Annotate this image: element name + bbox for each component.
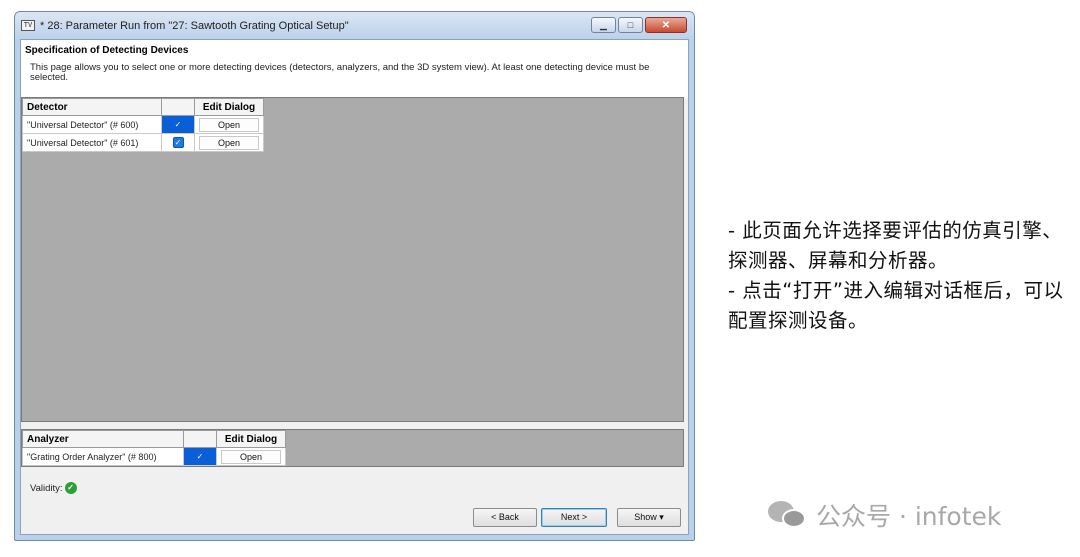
detector-column-header: Detector (22, 98, 162, 116)
analyzer-column-header: Analyzer (22, 430, 184, 448)
open-button[interactable]: Open (221, 449, 281, 464)
analyzer-grid-panel: Analyzer Edit Dialog "Grating Order Anal… (21, 429, 684, 467)
checkbox-checked-icon[interactable]: ✓ (172, 137, 184, 149)
analyzer-table: Analyzer Edit Dialog "Grating Order Anal… (22, 430, 286, 466)
next-button[interactable]: Next > (541, 508, 607, 527)
open-button[interactable]: Open (199, 135, 259, 150)
check-circle-icon: ✓ (64, 482, 77, 494)
note-line: - 点击“打开”进入编辑对话框后，可以配置探测设备。 (728, 279, 1064, 332)
open-cell: Open (194, 133, 264, 152)
validity-indicator: Validity: ✓ (30, 482, 77, 494)
title-bar[interactable]: TV * 28: Parameter Run from "27: Sawtoot… (15, 12, 694, 39)
parameter-run-window: TV * 28: Parameter Run from "27: Sawtoot… (14, 11, 695, 541)
show-dropdown-button[interactable]: Show ▾ (617, 508, 681, 527)
minimize-button[interactable]: ▁ (591, 17, 616, 33)
window-controls: ▁ □ ✕ (591, 17, 687, 33)
open-button[interactable]: Open (199, 117, 259, 132)
page-description: This page allows you to select one or mo… (30, 62, 650, 83)
check-column-header (161, 98, 195, 116)
check-column-header (183, 430, 217, 448)
wechat-icon (768, 500, 810, 530)
validity-label: Validity: (30, 482, 63, 494)
edit-dialog-column-header: Edit Dialog (194, 98, 264, 116)
detector-name: "Universal Detector" (# 600) (22, 115, 162, 134)
note-line: - 此页面允许选择要评估的仿真引擎、探测器、屏幕和分析器。 (728, 219, 1063, 272)
analyzer-checkbox-cell[interactable]: ✓ (183, 447, 217, 466)
detector-checkbox-cell[interactable]: ✓ (161, 133, 195, 152)
checkbox-checked-icon[interactable]: ✓ (195, 451, 206, 462)
window-title: * 28: Parameter Run from "27: Sawtooth G… (40, 20, 349, 32)
detector-table-header: Detector Edit Dialog (22, 98, 264, 116)
wizard-client-area: Specification of Detecting Devices This … (20, 39, 689, 535)
table-row[interactable]: "Universal Detector" (# 600) ✓ Open (22, 115, 264, 134)
page-title: Specification of Detecting Devices (25, 45, 189, 56)
edit-dialog-column-header: Edit Dialog (216, 430, 286, 448)
detector-table: Detector Edit Dialog "Universal Detector… (22, 98, 264, 152)
detector-grid-panel: Detector Edit Dialog "Universal Detector… (21, 97, 684, 422)
app-icon: TV (21, 20, 35, 31)
watermark: 公众号 · infotek (768, 497, 1001, 533)
close-button[interactable]: ✕ (645, 17, 687, 33)
detector-checkbox-cell[interactable]: ✓ (161, 115, 195, 134)
wizard-navigation: < Back Next > Show ▾ (473, 508, 681, 527)
open-cell: Open (216, 447, 286, 466)
analyzer-name: "Grating Order Analyzer" (# 800) (22, 447, 184, 466)
table-row[interactable]: "Grating Order Analyzer" (# 800) ✓ Open (22, 447, 286, 466)
analyzer-table-header: Analyzer Edit Dialog (22, 430, 286, 448)
maximize-button[interactable]: □ (618, 17, 643, 33)
annotation-notes: - 此页面允许选择要评估的仿真引擎、探测器、屏幕和分析器。 - 点击“打开”进入… (728, 216, 1073, 336)
checkbox-checked-icon[interactable]: ✓ (173, 119, 184, 130)
page-header: Specification of Detecting Devices This … (21, 40, 688, 98)
close-icon: ✕ (661, 19, 671, 31)
detector-name: "Universal Detector" (# 601) (22, 133, 162, 152)
minimize-icon: ▁ (600, 19, 607, 30)
watermark-text: 公众号 · infotek (816, 502, 1002, 531)
open-cell: Open (194, 115, 264, 134)
back-button[interactable]: < Back (473, 508, 537, 527)
maximize-icon: □ (627, 20, 634, 30)
table-row[interactable]: "Universal Detector" (# 601) ✓ Open (22, 133, 264, 152)
